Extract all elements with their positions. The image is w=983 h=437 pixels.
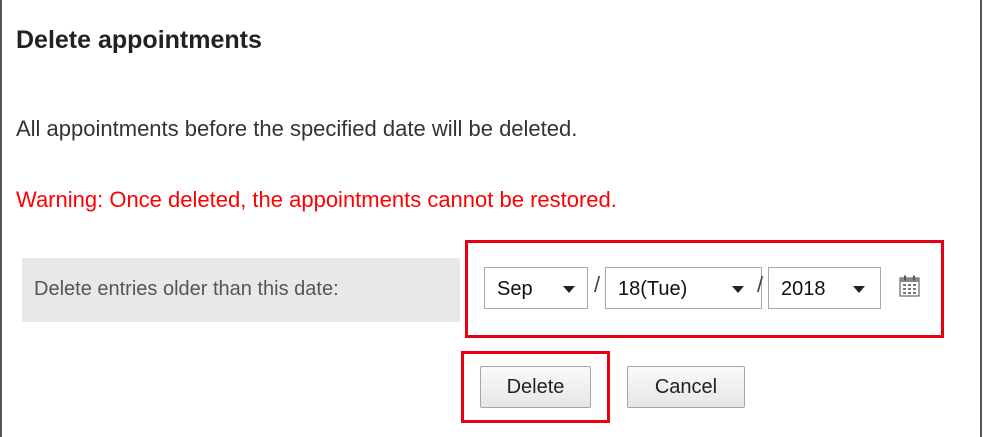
page-title: Delete appointments [16,26,262,54]
cancel-button[interactable]: Cancel [627,366,745,408]
date-highlight-box [465,240,944,338]
date-label-cell: Delete entries older than this date: [22,258,460,322]
date-label: Delete entries older than this date: [34,278,339,300]
description-text: All appointments before the specified da… [16,116,578,141]
delete-highlight-box [461,351,610,423]
warning-text: Warning: Once deleted, the appointments … [16,187,617,212]
